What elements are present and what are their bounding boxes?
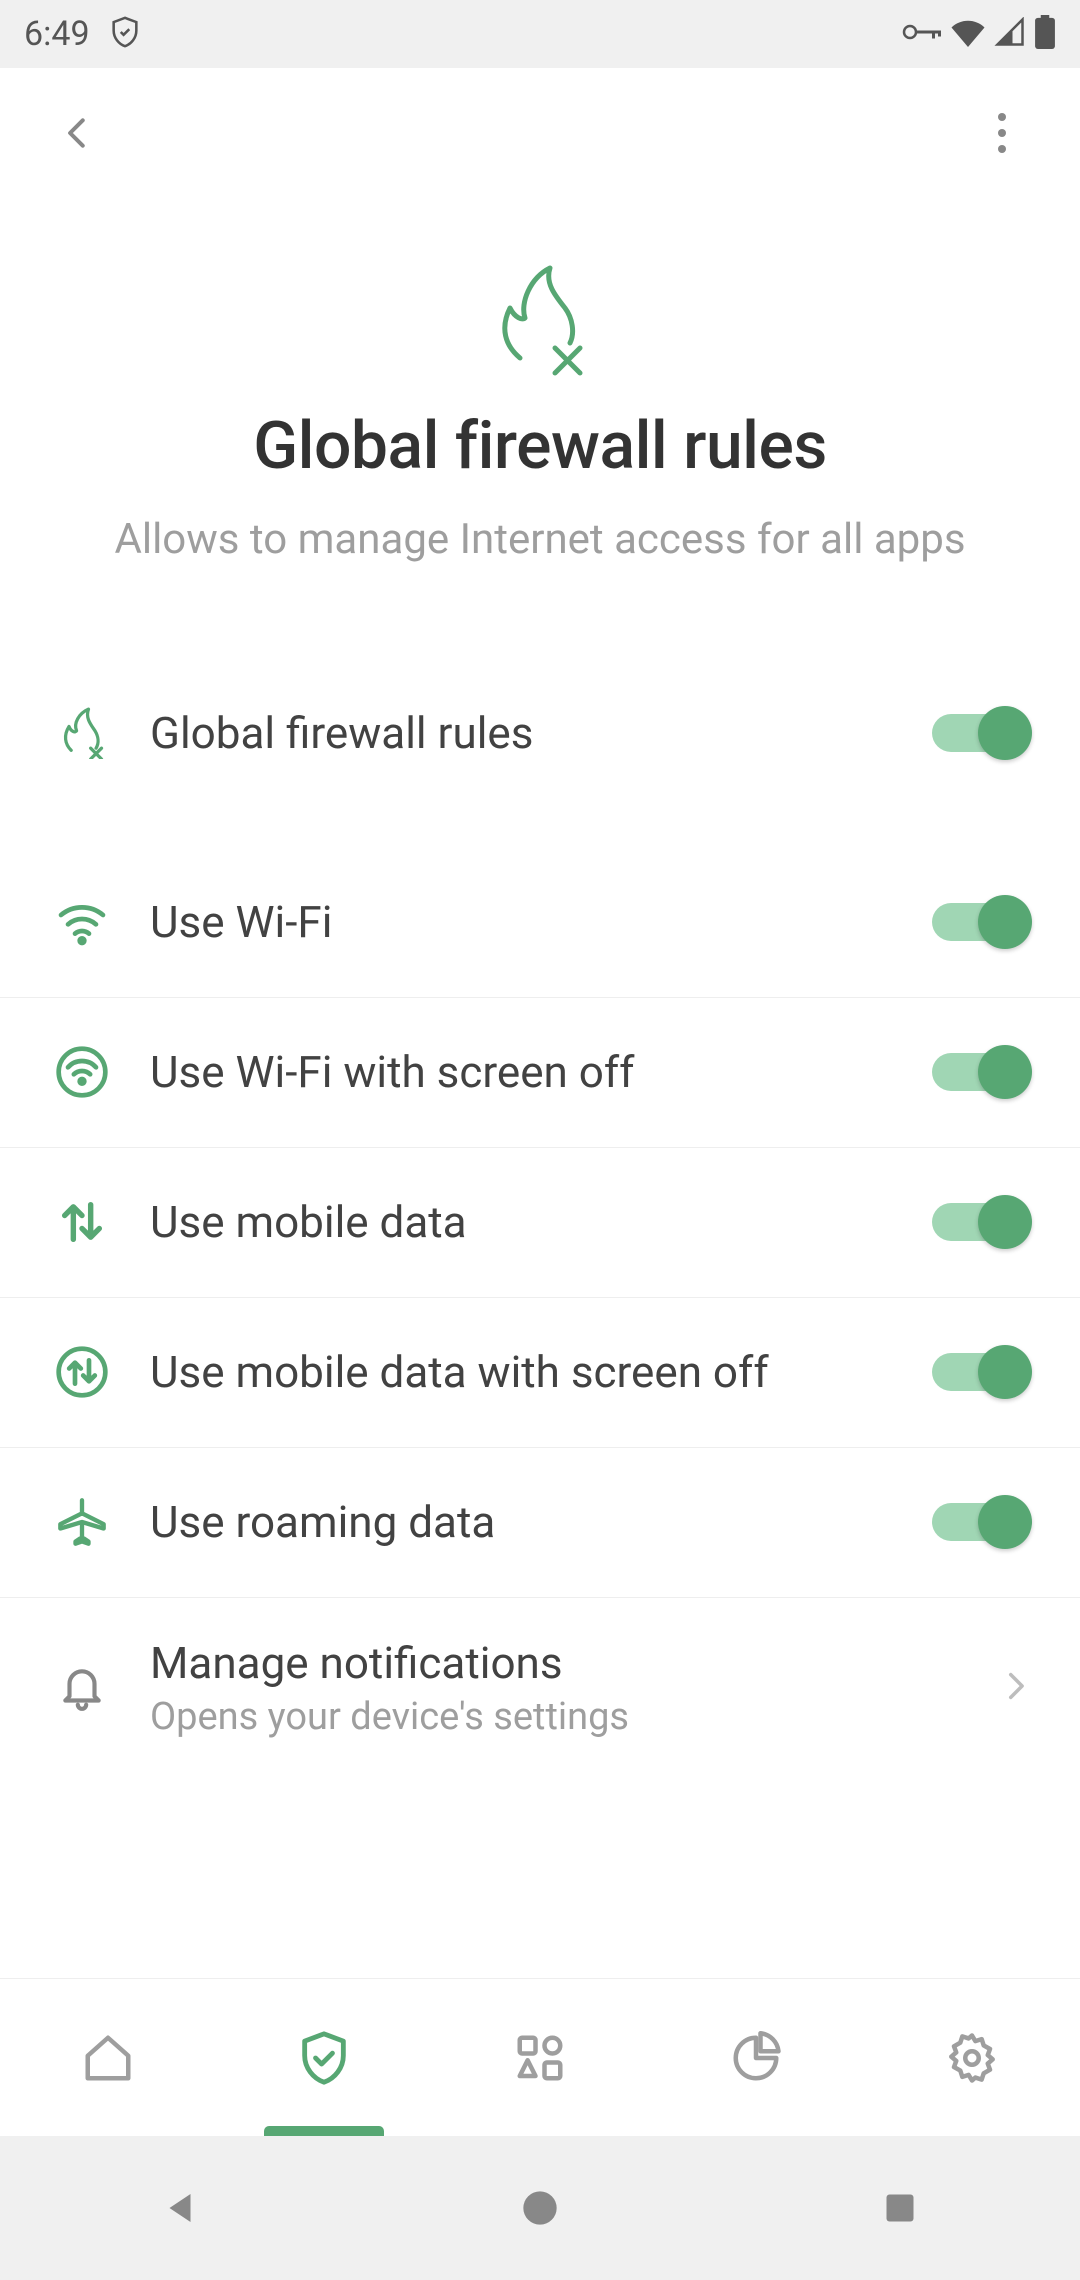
nav-back-button[interactable] xyxy=(120,2168,240,2248)
row-label: Use mobile data with screen off xyxy=(150,1346,912,1398)
more-menu-button[interactable] xyxy=(972,103,1032,163)
bottom-tab-bar xyxy=(0,1978,1080,2136)
row-use-mobile-data[interactable]: Use mobile data xyxy=(0,1148,1080,1298)
firewall-hero-icon xyxy=(40,258,1040,378)
tab-home[interactable] xyxy=(0,1979,216,2136)
bell-icon xyxy=(48,1663,116,1713)
wifi-circle-icon xyxy=(48,1044,116,1100)
nav-recent-button[interactable] xyxy=(840,2168,960,2248)
row-label: Use roaming data xyxy=(150,1496,912,1548)
row-label: Use mobile data xyxy=(150,1196,912,1248)
nav-home-button[interactable] xyxy=(480,2168,600,2248)
row-subtitle: Opens your device's settings xyxy=(150,1695,978,1739)
status-bar: 6:49 xyxy=(0,0,1080,68)
tab-stats[interactable] xyxy=(648,1979,864,2136)
shield-status-icon xyxy=(108,15,142,53)
page-subtitle: Allows to manage Internet access for all… xyxy=(40,513,1040,568)
row-label: Use Wi-Fi xyxy=(150,896,912,948)
row-label: Use Wi-Fi with screen off xyxy=(150,1046,912,1098)
system-nav-bar xyxy=(0,2136,1080,2280)
app-header xyxy=(0,68,1080,198)
signal-status-icon xyxy=(994,17,1026,51)
toggle-use-mobile-data-screen-off[interactable] xyxy=(932,1345,1032,1399)
back-button[interactable] xyxy=(48,103,108,163)
toggle-use-wifi[interactable] xyxy=(932,895,1032,949)
settings-list: Global firewall rules Use Wi-Fi Use Wi-F… xyxy=(0,658,1080,1778)
key-status-icon xyxy=(902,18,942,50)
wifi-status-icon xyxy=(950,17,986,51)
page-title: Global firewall rules xyxy=(40,408,1040,485)
chevron-right-icon xyxy=(998,1669,1032,1707)
toggle-use-roaming-data[interactable] xyxy=(932,1495,1032,1549)
toggle-global-firewall[interactable] xyxy=(932,706,1032,760)
tab-protection[interactable] xyxy=(216,1979,432,2136)
row-label: Manage notifications xyxy=(150,1637,978,1689)
battery-status-icon xyxy=(1034,15,1056,53)
mobile-data-circle-icon xyxy=(48,1344,116,1400)
row-use-wifi-screen-off[interactable]: Use Wi-Fi with screen off xyxy=(0,998,1080,1148)
row-use-roaming-data[interactable]: Use roaming data xyxy=(0,1448,1080,1598)
row-use-wifi[interactable]: Use Wi-Fi xyxy=(0,848,1080,998)
row-global-firewall[interactable]: Global firewall rules xyxy=(0,658,1080,808)
mobile-data-icon xyxy=(48,1196,116,1248)
wifi-icon xyxy=(48,894,116,950)
firewall-icon xyxy=(48,707,116,759)
toggle-use-mobile-data[interactable] xyxy=(932,1195,1032,1249)
row-manage-notifications[interactable]: Manage notifications Opens your device's… xyxy=(0,1598,1080,1778)
toggle-use-wifi-screen-off[interactable] xyxy=(932,1045,1032,1099)
row-label: Global firewall rules xyxy=(150,707,912,759)
hero-section: Global firewall rules Allows to manage I… xyxy=(0,198,1080,658)
status-time: 6:49 xyxy=(24,14,90,54)
row-use-mobile-data-screen-off[interactable]: Use mobile data with screen off xyxy=(0,1298,1080,1448)
tab-apps[interactable] xyxy=(432,1979,648,2136)
airplane-icon xyxy=(48,1496,116,1548)
tab-settings[interactable] xyxy=(864,1979,1080,2136)
